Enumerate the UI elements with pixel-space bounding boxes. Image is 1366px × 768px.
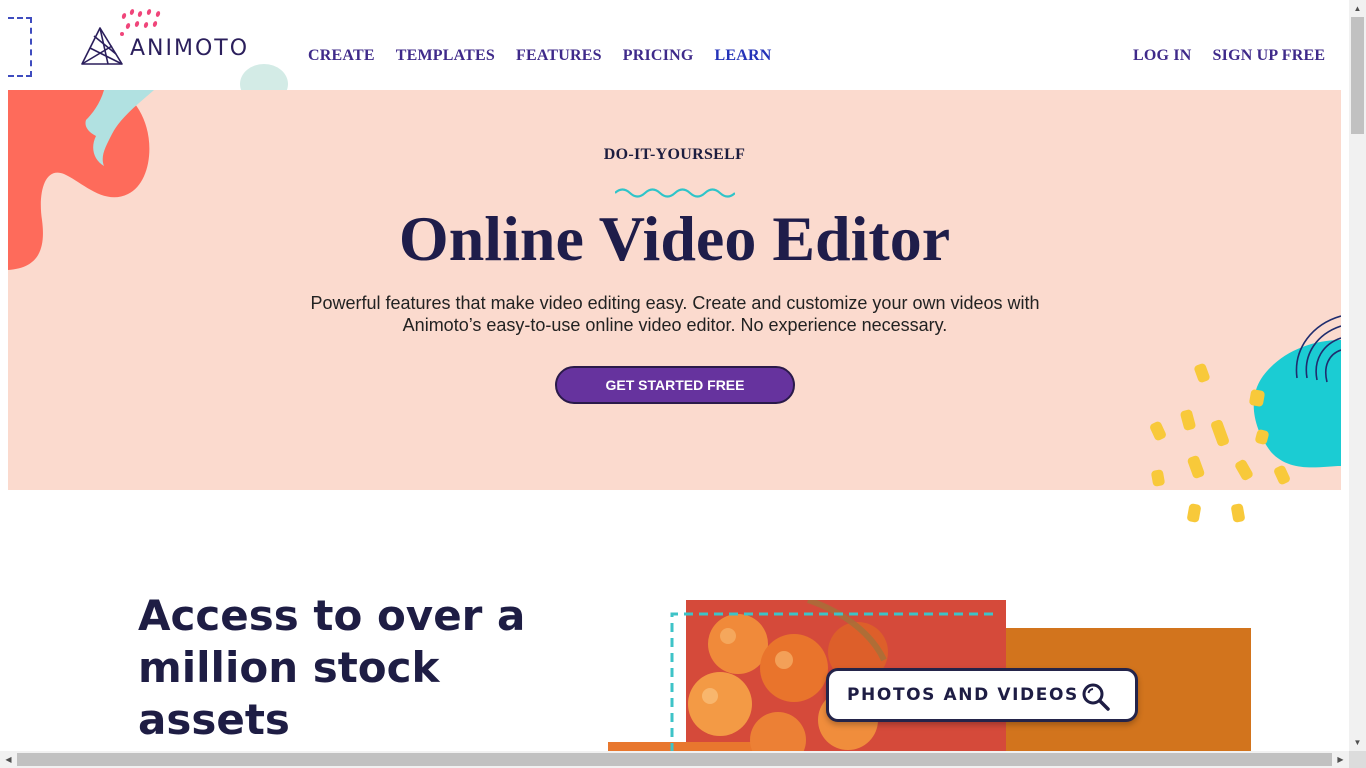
- brand-name: ANIMOTO: [130, 35, 250, 61]
- chevron-left-icon[interactable]: ◀: [0, 751, 17, 768]
- stock-search-label: PHOTOS AND VIDEOS: [847, 685, 1079, 705]
- nav-learn[interactable]: LEARN: [715, 47, 772, 65]
- yellow-confetti-decoration: [1150, 363, 1290, 523]
- login-link[interactable]: LOG IN: [1133, 47, 1192, 65]
- search-icon[interactable]: [1081, 682, 1111, 712]
- chevron-right-icon[interactable]: ▶: [1332, 751, 1349, 768]
- vertical-scroll-thumb[interactable]: [1351, 17, 1364, 134]
- vertical-scrollbar[interactable]: ▲ ▼: [1349, 0, 1366, 751]
- dashed-corner-decoration: [8, 17, 32, 77]
- stock-search-bar[interactable]: PHOTOS AND VIDEOS: [826, 668, 1138, 722]
- hero-subtitle: Powerful features that make video editin…: [310, 293, 1040, 335]
- animoto-logo-icon: [81, 27, 123, 65]
- hero-title: Online Video Editor: [398, 203, 951, 274]
- signup-link[interactable]: SIGN UP FREE: [1213, 47, 1326, 65]
- squiggle-divider: [615, 188, 735, 198]
- account-nav: LOG IN SIGN UP FREE: [1133, 47, 1325, 65]
- animoto-logo[interactable]: ANIMOTO: [78, 20, 249, 68]
- site-header: ANIMOTO CREATE TEMPLATES FEATURES PRICIN…: [0, 0, 1349, 104]
- horizontal-scrollbar[interactable]: ◀ ▶: [0, 751, 1349, 768]
- horizontal-scroll-thumb[interactable]: [17, 753, 1332, 766]
- chevron-down-icon[interactable]: ▼: [1349, 734, 1366, 751]
- hero-eyebrow: DO-IT-YOURSELF: [603, 146, 746, 163]
- stock-section-title: Access to over a million stock assets: [138, 591, 526, 744]
- nav-pricing[interactable]: PRICING: [623, 47, 694, 65]
- main-nav: CREATE TEMPLATES FEATURES PRICING LEARN: [308, 47, 772, 65]
- chevron-up-icon[interactable]: ▲: [1349, 0, 1366, 17]
- nav-create[interactable]: CREATE: [308, 47, 375, 65]
- scrollbar-corner: [1349, 751, 1366, 768]
- nav-features[interactable]: FEATURES: [516, 47, 602, 65]
- get-started-button[interactable]: GET STARTED FREE: [555, 366, 795, 404]
- nav-templates[interactable]: TEMPLATES: [396, 47, 495, 65]
